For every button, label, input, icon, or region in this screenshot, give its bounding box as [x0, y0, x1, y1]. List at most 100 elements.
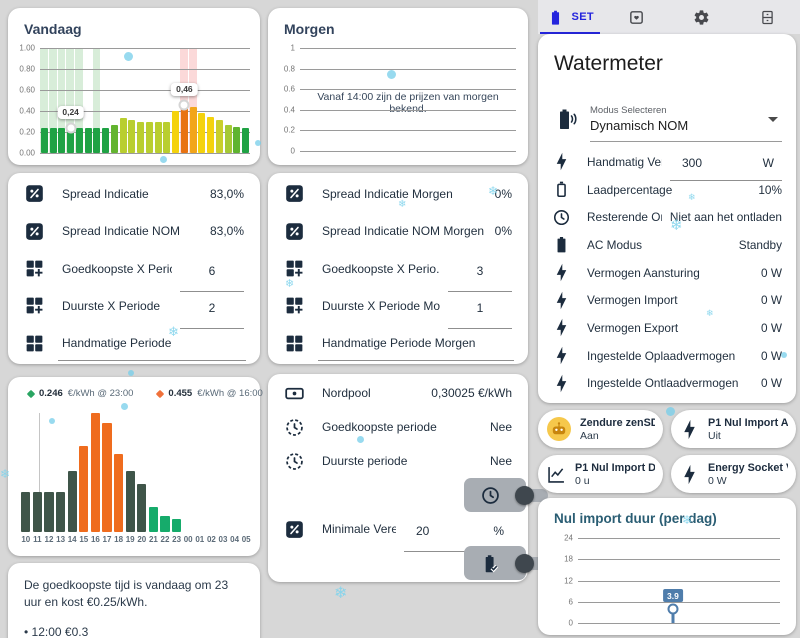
tab-heart-box[interactable] [604, 0, 670, 34]
price-bar [198, 113, 206, 153]
price-bar [128, 120, 136, 153]
row-value: 0 W [761, 376, 782, 391]
battery-outline-icon [552, 180, 571, 199]
button-energy-socket-ver[interactable]: Energy Socket Ver...0 W [671, 455, 796, 493]
gridline [578, 538, 780, 539]
row-label: Nordpool [322, 386, 371, 400]
annotation-label: 0,46 [171, 82, 198, 96]
lightning-icon [679, 464, 700, 485]
row-minimale-vereiste-s[interactable]: Minimale Vereiste S... 20% [268, 512, 528, 552]
row-15-minuten-tarieven-actief[interactable]: 15 Minuten Tarieven Actief [464, 478, 548, 512]
row-goedkoopste-periode[interactable]: Goedkoopste periode Nee [268, 410, 528, 444]
row-nordpool[interactable]: Nordpool 0,30025 €/kWh [268, 376, 528, 410]
y-tick-label: 0.8 [283, 64, 295, 74]
row-value: 83,0% [209, 186, 244, 201]
modus-select-label: Modus Selecteren [590, 105, 667, 116]
cheapest-time-card: De goedkoopste tijd is vandaag om 23 uur… [8, 563, 260, 638]
row-duurste-periode[interactable]: Duurste periode Nee [268, 444, 528, 478]
list-item: 12:00 €0.3 [24, 623, 244, 638]
row-vermogen-import[interactable]: Vermogen Import 0 W [538, 286, 796, 314]
tab-drawers[interactable] [735, 0, 800, 34]
y-tick-label: 18 [564, 554, 573, 564]
snowflake-icon: ❄ [334, 585, 348, 602]
row-goedkoopste-x-periode[interactable]: Goedkoopste X Periode6 [8, 250, 260, 292]
annotation-label: 0,24 [57, 105, 84, 119]
row-ac-modus[interactable]: AC Modus Standby [538, 231, 796, 259]
row-laadpercentage[interactable]: Laadpercentage 10% [538, 176, 796, 204]
row-handmatige-periode[interactable]: Handmatige Periode [8, 325, 260, 362]
percent-box-icon [24, 221, 45, 242]
row-vermogen-aansturing[interactable]: Vermogen Aansturing 0 W [538, 259, 796, 287]
modus-select[interactable]: Modus Selecteren Dynamisch NOM [554, 96, 782, 142]
x-tick-label: 03 [218, 535, 228, 544]
row-duurste-x-periode-mo[interactable]: Duurste X Periode Mo... 1 [268, 287, 528, 329]
x-tick-label: 04 [230, 535, 240, 544]
y-tick-label: 0 [568, 618, 573, 628]
grid-icon [284, 333, 305, 354]
row-spread-indicatie-nom[interactable]: Spread Indicatie NOM 83,0% [8, 212, 260, 249]
row-value: 0% [494, 186, 512, 201]
percent-box-icon [284, 519, 305, 540]
morgen-price-chart: Vanaf 14:00 zijn de prijzen van morgen b… [284, 44, 516, 156]
row-value: Nee [489, 420, 512, 434]
tab-set[interactable]: SET [538, 0, 604, 34]
row-duurste-x-periode[interactable]: Duurste X Periode 2 [8, 287, 260, 329]
x-tick-label: 19 [125, 535, 135, 544]
gridline [40, 48, 250, 49]
price-bar [93, 127, 101, 153]
modus-select-value: Dynamisch NOM [590, 118, 689, 133]
price-bar [160, 515, 170, 532]
tab-gear[interactable] [669, 0, 735, 34]
row-handmatige-periode-morgen[interactable]: Handmatige Periode Morgen [268, 325, 528, 362]
price-today-chart-card: 0.246 €/kWh @ 23:00 0.455 €/kWh @ 16:00 1… [8, 377, 263, 556]
row-value: 10% [758, 182, 782, 197]
battery-icon [547, 9, 564, 26]
row-ingestelde-oplaadvermogen[interactable]: Ingestelde Oplaadvermogen 0 W [538, 342, 796, 370]
row-resterende-ontlaad-tijd[interactable]: Resterende Ontlaad Tijd Niet aan het ontl… [538, 203, 796, 231]
row-spread-indicatie[interactable]: Spread Indicatie 83,0% [8, 175, 260, 212]
input-suffix: % [493, 524, 504, 538]
gridline [300, 89, 516, 91]
legend-item[interactable]: 0.455 €/kWh @ 16:00 [156, 388, 263, 399]
legend-text: €/kWh @ 23:00 [67, 388, 134, 399]
price-bar [113, 453, 124, 532]
cheapest-time-text: De goedkoopste tijd is vandaag om 23 uur… [24, 578, 229, 610]
row-handmatig-vermog[interactable]: Handmatig Vermog... 300 W [538, 148, 796, 182]
row-vermogen-export[interactable]: Vermogen Export 0 W [538, 314, 796, 342]
input-value[interactable]: 20 [416, 524, 429, 538]
row-ingestelde-ontlaadvermogen[interactable]: Ingestelde Ontlaadvermogen 0 W [538, 369, 796, 397]
row-label: Spread Indicatie NOM Morgen [322, 224, 485, 239]
button-label: Zendure zenSDK (... [580, 416, 655, 429]
row-value: 0 W [761, 293, 782, 308]
row-dynamisch-recent-geladen[interactable]: Dynamisch Recent Geladen [464, 546, 548, 580]
cheapest-hours-list: 12:00 €0.313:00 €0.3 [24, 623, 244, 638]
input-value[interactable]: 300 [682, 156, 702, 170]
drawers-icon [759, 9, 776, 26]
row-value: 83,0% [209, 224, 244, 239]
row-label: Duurste X Periode [62, 298, 161, 313]
lightning-icon [552, 374, 571, 393]
price-bar [102, 127, 110, 153]
button-label: Energy Socket Ver... [708, 461, 788, 474]
legend-item[interactable]: 0.246 €/kWh @ 23:00 [26, 388, 134, 399]
button-zendure-zensdk[interactable]: Zendure zenSDK (...Aan [538, 410, 663, 448]
row-label: Vermogen Export [587, 320, 679, 335]
vandaag-card: Vandaag 1.00 0.80 0.60 0.40 0.20 0.00 0,24 0,46 [8, 8, 260, 165]
row-spread-indicatie-nom-morgen[interactable]: Spread Indicatie NOM Morgen 0% [268, 212, 528, 249]
x-tick-label: 18 [114, 535, 124, 544]
y-tick-label: 6 [568, 597, 573, 607]
price-bar [21, 491, 31, 532]
row-label: Goedkoopste X Perio... [322, 261, 440, 276]
row-goedkoopste-x-perio[interactable]: Goedkoopste X Perio... 3 [268, 250, 528, 292]
price-bar [58, 127, 66, 153]
price-bar [137, 483, 147, 532]
button-p1-nul-import-actief[interactable]: P1 Nul Import ActiefUit [671, 410, 796, 448]
vandaag-price-chart: 1.00 0.80 0.60 0.40 0.20 0.00 0,24 0,46 [19, 44, 250, 158]
row-label: Ingestelde Oplaadvermogen [587, 348, 736, 363]
price-bar [242, 127, 250, 153]
y-tick-label: 1.00 [19, 43, 35, 53]
button-p1-nul-import-duu[interactable]: P1 Nul Import Duu...0 u [538, 455, 663, 493]
row-label: Handmatig Vermog... [587, 154, 662, 169]
row-spread-indicatie-morgen[interactable]: Spread Indicatie Morgen 0% [268, 175, 528, 212]
indicators-card-today: Spread Indicatie 83,0% Spread Indicatie NO… [8, 173, 260, 364]
